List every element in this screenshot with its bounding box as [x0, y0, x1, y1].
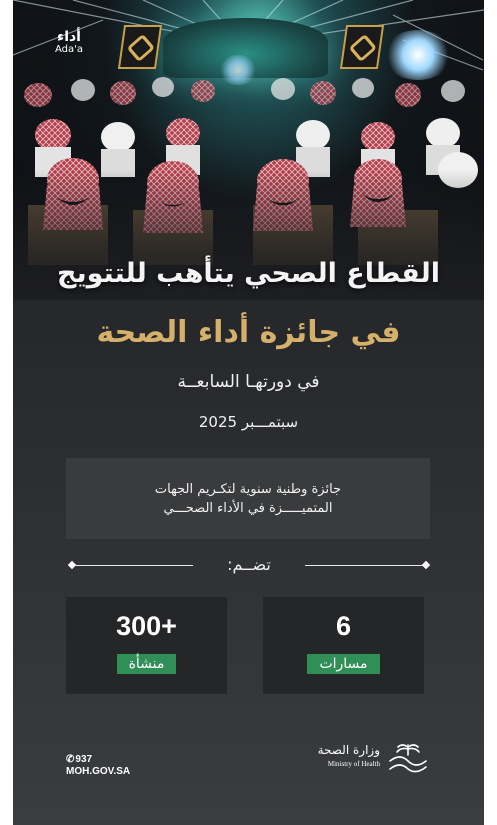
ministry-name-english: Ministry of Health [327, 760, 380, 768]
headline-edition: في دورتهـا السابعــة [177, 372, 320, 392]
promo-poster: أداء Ada'a القطاع الصحي يتأهب للتتويج في… [13, 0, 484, 825]
award-description-line2: المتميـــــزة في الأداء الصحـــي [163, 500, 333, 516]
ministry-name-arabic: وزارة الصحة [317, 743, 380, 757]
headline-date: سبتمـــبر 2025 [198, 413, 299, 431]
ministry-of-health-logo: وزارة الصحة Ministry of Health [316, 741, 446, 775]
contact-info: ✆937 MOH.GOV.SA [66, 754, 130, 778]
headline-line1: القطاع الصحي يتأهب للتتويج [56, 258, 440, 289]
adaa-logo-arabic: أداء [57, 29, 81, 45]
adaa-logo: أداء Ada'a [55, 30, 83, 55]
stat-facilities-label: منشأة [116, 654, 177, 674]
palm-swords-emblem-icon [389, 744, 427, 773]
headline-line2: في جائزة أداء الصحة [96, 315, 401, 350]
stat-tracks: 6 مسارات [263, 597, 424, 694]
stat-tracks-value: 6 [335, 611, 352, 641]
phone-icon: ✆ [66, 754, 75, 765]
divider-line-right [305, 565, 423, 566]
includes-divider: تضــم: [67, 555, 431, 577]
ceremony-photo: أداء Ada'a [13, 0, 484, 300]
stat-facilities-value: 300+ [116, 611, 177, 641]
website-url: MOH.GOV.SA [66, 766, 131, 777]
award-description-box: جائزة وطنية سنوية لتكـريم الجهات المتميـ… [66, 458, 430, 539]
stat-facilities: 300+ منشأة [66, 597, 227, 694]
stat-tracks-label: مسارات [307, 654, 380, 674]
phone-number: 937 [75, 754, 93, 765]
adaa-logo-english: Ada'a [55, 44, 84, 55]
award-description-line1: جائزة وطنية سنوية لتكـريم الجهات [154, 481, 342, 497]
